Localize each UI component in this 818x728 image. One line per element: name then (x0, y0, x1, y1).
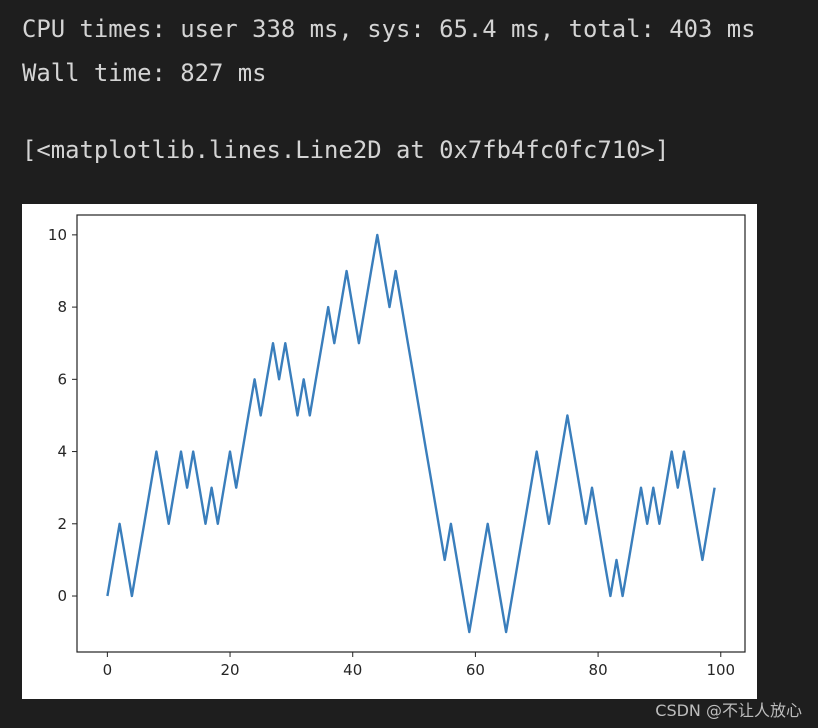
cpu-times-output: CPU times: user 338 ms, sys: 65.4 ms, to… (22, 15, 756, 43)
random-walk-line (106, 233, 716, 634)
y-tick-label: 10 (48, 226, 67, 244)
x-tick-label: 0 (103, 661, 113, 679)
line-chart: 0 20 40 60 80 100 0 2 4 6 8 10 (48, 214, 746, 679)
line2d-repr-output: [<matplotlib.lines.Line2D at 0x7fb4fc0fc… (22, 136, 670, 164)
y-tick-label: 6 (57, 370, 67, 388)
x-tick-label: 80 (589, 661, 608, 679)
y-tick-label: 2 (57, 515, 67, 533)
y-tick-label: 8 (57, 298, 67, 316)
y-tick-label: 0 (57, 587, 67, 605)
plot-figure: 0 20 40 60 80 100 0 2 4 6 8 10 (22, 204, 757, 699)
axes-frame (76, 214, 746, 653)
x-tick-label: 60 (466, 661, 485, 679)
y-tick-label: 4 (57, 443, 67, 461)
x-tick-label: 100 (706, 661, 735, 679)
x-tick-label: 20 (220, 661, 239, 679)
wall-time-output: Wall time: 827 ms (22, 59, 267, 87)
watermark: CSDN @不让人放心 (655, 701, 802, 720)
x-tick-label: 40 (343, 661, 362, 679)
